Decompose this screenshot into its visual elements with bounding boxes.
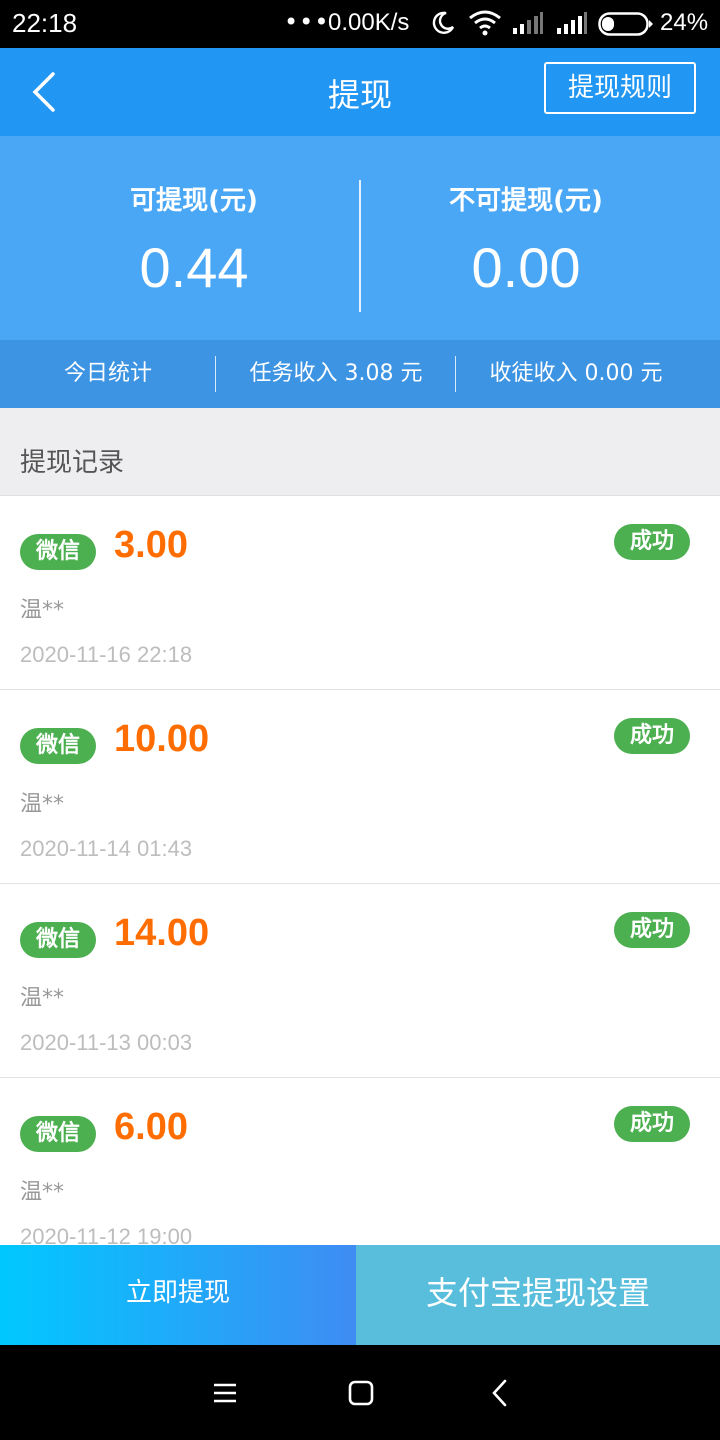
today-stats-bar: 今日统计 任务收入 3.08 元 收徒收入 0.00 元 [0,340,720,408]
status-badge: 成功 [614,524,690,560]
moon-icon [430,10,456,40]
unavailable-label: 不可提现(元) [449,186,603,216]
record-amount: 14.00 [114,912,210,954]
apprentice-income: 收徒收入 0.00 元 [489,361,663,386]
bottom-action-bar: 立即提现 支付宝提现设置 [0,1245,720,1345]
balance-summary: 可提现(元) 0.44 不可提现(元) 0.00 [0,136,720,340]
record-amount: 10.00 [114,718,210,760]
record-name: 温** [20,1180,65,1205]
battery-percent: 24% [660,9,709,36]
record-name: 温** [20,598,65,623]
signal-icon [512,12,544,38]
network-speed: 0.00K/s [328,9,410,36]
status-badge: 成功 [614,1106,690,1142]
status-time: 22:18 [12,8,78,38]
status-badge: 成功 [614,912,690,948]
today-label: 今日统计 [63,361,152,386]
withdraw-now-button[interactable]: 立即提现 [0,1245,356,1345]
records-header: 提现记录 [0,408,720,496]
notification-dots: ••• [284,8,330,36]
wifi-icon [468,10,502,40]
available-balance: 可提现(元) 0.44 [14,180,374,300]
alipay-settings-button[interactable]: 支付宝提现设置 [356,1245,720,1345]
available-label: 可提现(元) [130,186,258,216]
system-nav-bar [0,1345,720,1440]
record-name: 温** [20,792,65,817]
record-time: 2020-11-16 22:18 [20,642,193,667]
record-time: 2020-11-14 01:43 [20,836,193,861]
record-item[interactable]: 微信 3.00 成功 温** 2020-11-16 22:18 [0,496,720,690]
wechat-badge: 微信 [20,728,96,764]
wechat-badge: 微信 [20,534,96,570]
task-income: 任务收入 3.08 元 [249,361,423,386]
battery-icon [598,12,654,40]
back-icon[interactable] [480,1373,520,1413]
record-name: 温** [20,986,65,1011]
records-title: 提现记录 [20,448,125,478]
withdraw-rules-button[interactable]: 提现规则 [544,62,696,114]
title-bar: 提现 提现规则 [0,48,720,136]
record-item[interactable]: 微信 10.00 成功 温** 2020-11-14 01:43 [0,690,720,884]
record-item[interactable]: 微信 6.00 成功 温** 2020-11-12 19:00 [0,1078,720,1272]
unavailable-balance: 不可提现(元) 0.00 [346,180,706,300]
record-item[interactable]: 微信 14.00 成功 温** 2020-11-13 00:03 [0,884,720,1078]
available-value: 0.44 [139,236,249,299]
menu-icon[interactable] [205,1373,245,1413]
home-icon[interactable] [341,1373,381,1413]
wechat-badge: 微信 [20,922,96,958]
unavailable-value: 0.00 [471,236,581,299]
status-badge: 成功 [614,718,690,754]
wechat-badge: 微信 [20,1116,96,1152]
record-amount: 6.00 [114,1106,188,1148]
signal-icon [556,12,588,38]
status-bar: 22:18 ••• 0.00K/s 24% [0,0,720,48]
record-time: 2020-11-13 00:03 [20,1030,193,1055]
record-amount: 3.00 [114,524,188,566]
